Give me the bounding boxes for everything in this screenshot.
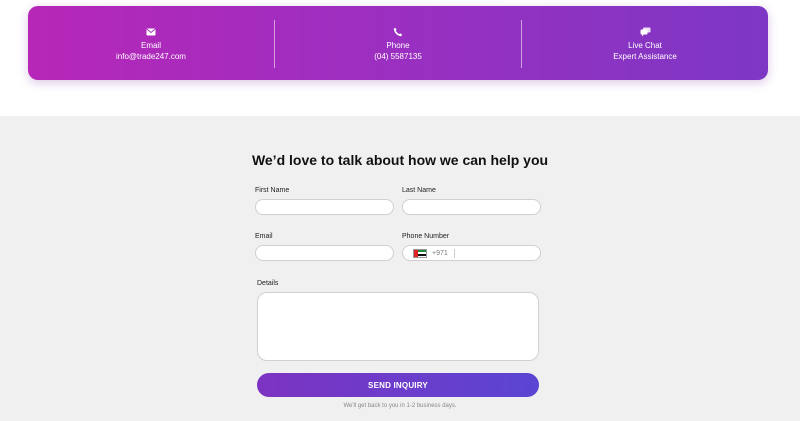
phone-number-field[interactable]: +971 <box>402 245 541 261</box>
envelope-icon <box>145 26 157 38</box>
contact-phone-title: Phone <box>386 40 410 50</box>
form-heading: We’d love to talk about how we can help … <box>251 152 549 168</box>
chat-bubbles-icon <box>639 26 651 38</box>
details-label: Details <box>257 280 279 287</box>
contact-chat-value: Expert Assistance <box>613 51 677 61</box>
first-name-input[interactable] <box>256 203 393 218</box>
uae-flag-icon[interactable] <box>413 248 427 258</box>
contact-email[interactable]: Email info@trade247.com <box>28 6 274 80</box>
last-name-label: Last Name <box>402 187 436 194</box>
inquiry-form-section: We’d love to talk about how we can help … <box>0 116 800 421</box>
email-field[interactable] <box>255 245 394 264</box>
last-name-input[interactable] <box>403 203 540 218</box>
divider <box>453 248 455 258</box>
contact-email-value[interactable]: info@trade247.com <box>116 52 186 61</box>
first-name-label: First Name <box>255 187 290 194</box>
response-time-note: We'll get back to you in 1-2 business da… <box>343 403 457 409</box>
contact-phone-value[interactable]: (04) 5587135 <box>374 52 422 61</box>
last-name-field[interactable] <box>402 199 541 218</box>
phone-label: Phone Number <box>402 233 450 240</box>
contact-live-chat[interactable]: Live Chat Expert Assistance <box>522 6 768 80</box>
phone-icon <box>392 26 404 38</box>
first-name-field[interactable] <box>255 199 394 218</box>
phone-country-code[interactable]: +971 <box>432 250 448 257</box>
contact-card: Email info@trade247.com Phone (04) 55871… <box>28 6 768 80</box>
contact-email-title: Email <box>140 40 161 50</box>
email-input[interactable] <box>256 249 393 264</box>
contact-phone[interactable]: Phone (04) 5587135 <box>275 6 521 80</box>
details-textarea[interactable] <box>257 292 539 361</box>
contact-section: Email info@trade247.com Phone (04) 55871… <box>0 0 800 116</box>
email-label: Email <box>255 233 273 240</box>
contact-chat-title: Live Chat <box>628 40 662 50</box>
send-inquiry-button[interactable]: SEND INQUIRY <box>257 373 539 397</box>
